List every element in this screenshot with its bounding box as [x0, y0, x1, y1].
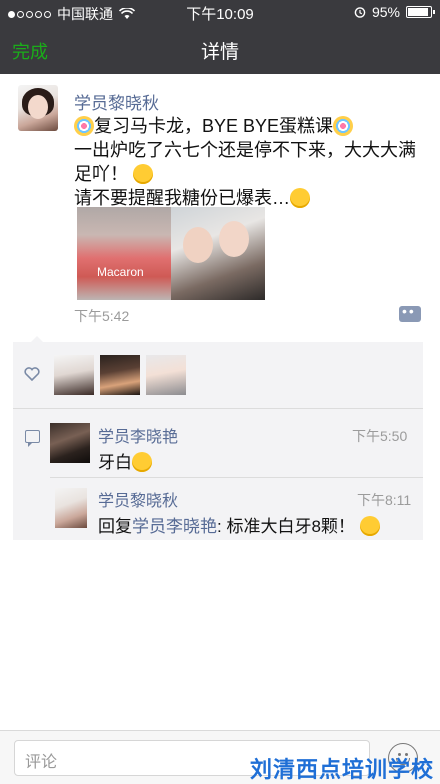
comment-time: 下午8:11 — [357, 492, 412, 508]
page-title: 详情 — [200, 42, 239, 63]
comment-time: 下午5:50 — [352, 428, 408, 444]
navigation-bar: 完成 详情 — [0, 24, 440, 74]
commenter-avatar[interactable] — [50, 423, 90, 463]
comment-icon — [25, 430, 40, 447]
post-line-4: 请不要提醒我糖份已爆表… — [74, 188, 290, 208]
grin-emoji-icon — [359, 516, 380, 536]
reply-text[interactable]: 回复学员李晓艳: 标准大白牙8颗！ — [98, 512, 380, 537]
heart-icon — [24, 367, 40, 381]
author-avatar[interactable] — [18, 85, 58, 131]
liker-avatar[interactable] — [100, 355, 140, 395]
grin-emoji-icon — [132, 452, 152, 472]
battery-percent: 95% — [371, 4, 400, 20]
liker-avatar[interactable] — [54, 355, 94, 395]
sweat-emoji-icon — [290, 188, 310, 208]
post-author[interactable]: 学员黎晓秋 — [74, 89, 159, 114]
post-line-2: 一出炉吃了六七个还是停不下来，大大大满 — [74, 140, 416, 160]
divider — [13, 408, 423, 409]
comment-author[interactable]: 学员李晓艳 — [98, 423, 178, 447]
reply-to-name[interactable]: 学员李晓艳 — [132, 517, 217, 536]
post-line-3: 足吖！ — [74, 164, 128, 184]
liker-avatar[interactable] — [146, 355, 186, 395]
watermark: 刘清西点培训学校 — [249, 757, 434, 782]
comment-text[interactable]: 牙白 — [98, 448, 152, 473]
comment-text-body: 牙白 — [98, 453, 132, 472]
divider — [50, 477, 423, 478]
status-bar: 中国联通 下午10:09 95% — [0, 0, 440, 24]
battery-group: 95% — [354, 4, 435, 20]
more-options-button[interactable] — [399, 303, 421, 322]
reply-text-body: : 标准大白牙8颗！ — [217, 517, 355, 536]
post-photo-macaron[interactable]: Macaron — [77, 207, 171, 300]
reply-prefix: 回复 — [98, 517, 132, 536]
post-time: 下午5:42 — [74, 308, 130, 324]
smile-emoji-icon — [133, 164, 154, 184]
post-text: 复习马卡龙，BYE BYE蛋糕课 一出炉吃了六七个还是停不下来，大大大满 足吖！… — [74, 114, 426, 210]
commenter-avatar[interactable] — [55, 488, 87, 528]
post-line-1: 复习马卡龙，BYE BYE蛋糕课 — [94, 116, 334, 136]
photo-caption: Macaron — [97, 265, 144, 279]
lollipop-emoji-icon — [74, 116, 94, 136]
post-photo-selfie[interactable] — [171, 207, 265, 300]
alarm-icon — [354, 7, 366, 18]
comment-author[interactable]: 学员黎晓秋 — [98, 487, 178, 511]
battery-icon — [406, 6, 435, 18]
lollipop-emoji-icon — [333, 116, 354, 136]
